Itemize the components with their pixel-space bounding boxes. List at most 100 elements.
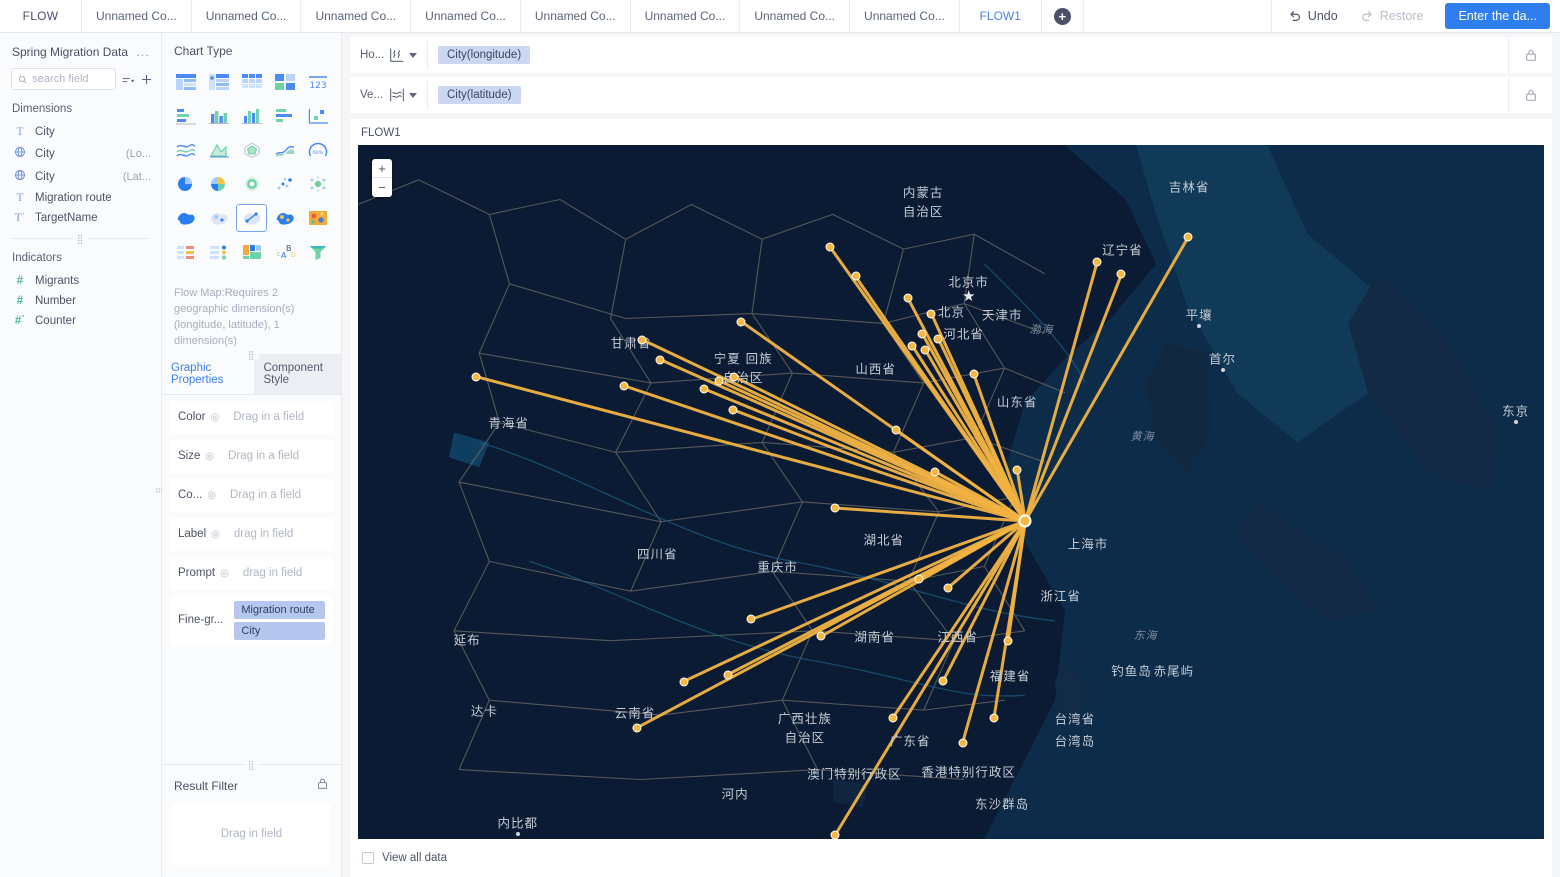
flow-origin-node[interactable] — [903, 293, 913, 303]
dimension-targetname[interactable]: T˙ TargetName — [0, 208, 161, 228]
flow-origin-node[interactable] — [917, 329, 927, 338]
restore-button[interactable]: Restore — [1360, 9, 1423, 23]
flow-origin-node[interactable] — [1012, 465, 1022, 475]
chart-type-table-kpi[interactable] — [203, 238, 234, 266]
flow-origin-node[interactable] — [723, 670, 733, 679]
chart-type-map-heat[interactable] — [302, 204, 333, 232]
property-row-color[interactable]: Color ◎ Drag in a field — [170, 400, 333, 434]
flow-origin-node[interactable] — [920, 345, 930, 355]
flow-origin-node[interactable] — [619, 381, 629, 391]
flow-origin-node[interactable] — [1183, 232, 1193, 242]
chart-type-funnel[interactable] — [302, 238, 333, 266]
flow-origin-node[interactable] — [933, 334, 943, 344]
dimension-city-latitude[interactable]: City (Lat... — [0, 165, 161, 188]
workbook-tab-3[interactable]: Unnamed Co... — [301, 0, 412, 32]
enter-data-button[interactable]: Enter the da... — [1445, 3, 1550, 29]
flow-origin-node[interactable] — [907, 341, 917, 351]
property-row-fine-grain[interactable]: Fine-gr... Migration route City — [170, 595, 333, 645]
chart-type-bubble-cluster[interactable] — [302, 170, 333, 198]
add-tab-button[interactable]: + — [1042, 0, 1084, 32]
chart-type-line-multi[interactable] — [170, 136, 201, 164]
flow-map-visualization[interactable]: + − 内蒙古 自治区 吉林省 辽宁省 北京市 北京 天津市 河北省 山西省 山东省 甘肃省 宁夏 回… — [358, 145, 1544, 839]
chart-type-area-chart[interactable] — [269, 136, 300, 164]
workbook-tab-flow1[interactable]: FLOW1 — [960, 0, 1042, 32]
flow-origin-node[interactable] — [729, 372, 739, 382]
flow-origin-node[interactable] — [938, 676, 948, 685]
flow-origin-node[interactable] — [699, 384, 709, 394]
pill-city[interactable]: City — [234, 621, 325, 640]
workbook-tab-4[interactable]: Unnamed Co... — [411, 0, 521, 32]
chart-type-bar-range[interactable] — [302, 102, 333, 130]
flow-origin-node[interactable] — [471, 372, 481, 382]
chart-type-number-123[interactable]: 123 — [302, 68, 333, 96]
flow-origin-node[interactable] — [825, 242, 835, 252]
flow-origin-node[interactable] — [969, 369, 979, 379]
flow-origin-node[interactable] — [926, 309, 936, 318]
data-source-more-icon[interactable]: ... — [136, 44, 150, 59]
chart-type-table-detail[interactable] — [203, 68, 234, 96]
chart-type-area-line[interactable] — [203, 136, 234, 164]
flow-origin-node[interactable] — [888, 713, 898, 723]
chart-type-map-point-link[interactable] — [269, 204, 300, 232]
tab-graphic-properties[interactable]: Graphic Properties — [162, 353, 255, 394]
chart-type-bar-grouped[interactable] — [170, 102, 201, 130]
chart-type-table-indicator[interactable] — [170, 238, 201, 266]
chart-type-scatter[interactable] — [269, 170, 300, 198]
flow-origin-node[interactable] — [830, 503, 840, 513]
chart-type-treemap[interactable] — [236, 238, 267, 266]
shelf-lock-button[interactable] — [1508, 77, 1552, 113]
result-filter-dropzone[interactable]: Drag in field — [172, 803, 331, 865]
workbook-tab-7[interactable]: Unnamed Co... — [740, 0, 851, 32]
flow-origin-node[interactable] — [746, 614, 756, 624]
add-field-icon[interactable] — [140, 73, 153, 86]
search-field-box[interactable] — [11, 68, 116, 90]
flow-origin-node[interactable] — [637, 335, 647, 345]
tab-component-style[interactable]: Component Style — [254, 353, 341, 394]
flow-destination-node[interactable] — [1018, 514, 1032, 528]
chart-type-donut-nested[interactable] — [236, 170, 267, 198]
flow-origin-node[interactable] — [989, 713, 999, 723]
chart-type-bar-column[interactable] — [203, 102, 234, 130]
chart-type-pie[interactable] — [170, 170, 201, 198]
undo-button[interactable]: Undo — [1288, 9, 1338, 23]
indicator-number[interactable]: # Number — [0, 291, 161, 311]
property-row-label[interactable]: Label ◎ drag in field — [170, 517, 333, 551]
chart-type-radar[interactable] — [236, 136, 267, 164]
flow-origin-node[interactable] — [679, 677, 689, 686]
chevron-down-icon[interactable] — [409, 52, 417, 58]
chart-type-table-grid[interactable] — [236, 68, 267, 96]
shelf-lock-button[interactable] — [1508, 37, 1552, 73]
shelf-field-longitude[interactable]: City(longitude) — [438, 46, 531, 64]
chart-type-bar-horizontal[interactable] — [269, 102, 300, 130]
gear-icon[interactable]: ◎ — [210, 412, 219, 423]
dimension-migration-route[interactable]: T Migration route — [0, 188, 161, 208]
result-filter-resize-grip-icon[interactable]: ⣿ — [243, 761, 260, 770]
flow-origin-node[interactable] — [1116, 269, 1126, 279]
flow-origin-node[interactable] — [830, 830, 840, 839]
flow-origin-node[interactable] — [714, 376, 724, 386]
chart-type-map-bubble[interactable] — [203, 204, 234, 232]
pill-migration-route[interactable]: Migration route — [234, 600, 325, 619]
map-zoom-out-button[interactable]: − — [372, 178, 392, 197]
flow-origin-node[interactable] — [958, 738, 968, 748]
flow-origin-node[interactable] — [943, 583, 952, 593]
chart-type-table-cross[interactable] — [170, 68, 201, 96]
flow-origin-node[interactable] — [1003, 636, 1013, 646]
workbook-tab-6[interactable]: Unnamed Co... — [631, 0, 741, 32]
flow-origin-node[interactable] — [816, 631, 826, 641]
result-filter-lock-icon[interactable] — [316, 777, 329, 795]
desc-resize-grip-icon[interactable]: ⣿ — [243, 350, 260, 359]
workbook-tab-5[interactable]: Unnamed Co... — [521, 0, 631, 32]
app-logo[interactable]: FLOW — [0, 0, 82, 32]
resize-grip-icon[interactable]: ⣿ — [72, 235, 89, 244]
chevron-down-icon[interactable] — [409, 92, 417, 98]
flow-origin-node[interactable] — [655, 355, 665, 365]
flow-origin-node[interactable] — [728, 405, 738, 415]
flow-origin-node[interactable] — [930, 467, 940, 477]
indicator-migrants[interactable]: # Migrants — [0, 271, 161, 291]
indicator-counter[interactable]: #˙ Counter — [0, 311, 161, 331]
search-input[interactable] — [32, 73, 109, 85]
property-row-prompt[interactable]: Prompt ◎ drag in field — [170, 556, 333, 590]
workbook-tab-1[interactable]: Unnamed Co... — [82, 0, 192, 32]
chart-type-table-kanban[interactable] — [269, 68, 300, 96]
